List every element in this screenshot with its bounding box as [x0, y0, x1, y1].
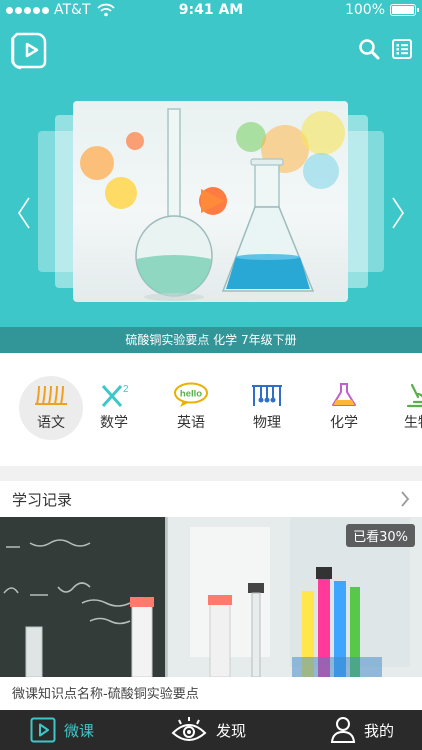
subject-label: 英语 — [177, 415, 205, 431]
hero-banner: 硫酸铜实验要点 化学 7年级下册 — [0, 0, 422, 353]
subject-label: 生物 — [404, 415, 422, 431]
record-thumbnail: 已看30% — [0, 517, 422, 677]
status-bar: AT&T 9:41 AM 100% — [0, 0, 422, 22]
tab-label: 发现 — [216, 721, 247, 740]
tab-label: 微课 — [64, 721, 95, 740]
chevron-right-icon — [401, 491, 410, 507]
battery-icon — [390, 4, 419, 16]
chevron-left-icon[interactable] — [16, 196, 32, 230]
play-icon — [30, 717, 56, 743]
subject-english[interactable]: hello 英语 — [159, 376, 223, 440]
list-icon[interactable] — [391, 38, 413, 60]
svg-text:hello: hello — [180, 389, 202, 400]
chevron-right-icon[interactable] — [390, 196, 406, 230]
tab-mine[interactable]: 我的 — [330, 710, 394, 750]
tab-discover[interactable]: 发现 — [170, 710, 246, 750]
tab-bar: 微课 发现 我的 — [0, 710, 422, 750]
flask-icon — [332, 383, 356, 406]
battery-percent: 100% — [344, 2, 385, 18]
search-icon[interactable] — [358, 38, 380, 60]
subject-chemistry[interactable]: 化学 — [312, 376, 376, 440]
subject-math[interactable]: 2 数学 — [82, 376, 146, 440]
progress-badge: 已看30% — [346, 524, 415, 547]
tab-label: 我的 — [364, 721, 395, 740]
tab-micro-course[interactable]: 微课 — [30, 710, 94, 750]
subject-label: 数学 — [100, 415, 128, 431]
subject-chinese[interactable]: 语文 — [19, 376, 83, 440]
user-icon — [330, 717, 356, 743]
microscope-icon — [406, 383, 422, 408]
lab-glassware-image — [80, 108, 345, 301]
subject-label: 语文 — [37, 415, 65, 431]
pendulum-icon — [252, 385, 282, 406]
battery-level — [392, 6, 414, 14]
hello-bubble-icon: hello — [174, 382, 208, 407]
carousel-slide[interactable] — [73, 101, 348, 302]
record-section-header[interactable]: 学习记录 — [0, 481, 422, 517]
subject-label: 化学 — [330, 415, 358, 431]
section-divider — [0, 466, 422, 481]
subject-label: 物理 — [253, 415, 281, 431]
section-title: 学习记录 — [12, 491, 73, 509]
subject-row: 语文 2 数学 hello 英语 物理 化学 生 — [0, 354, 422, 466]
wheat-icon — [35, 385, 67, 405]
play-book-icon[interactable] — [11, 28, 51, 70]
svg-text:2: 2 — [123, 384, 129, 395]
banner-caption: 硫酸铜实验要点 化学 7年级下册 — [0, 327, 422, 353]
record-card[interactable]: 已看30% 微课知识点名称-硫酸铜实验要点 — [0, 517, 422, 707]
subject-biology[interactable]: 生物 — [386, 376, 422, 440]
battery: 100% — [344, 2, 419, 18]
x-squared-icon: 2 — [101, 384, 129, 408]
record-title: 微课知识点名称-硫酸铜实验要点 — [12, 687, 199, 702]
subject-physics[interactable]: 物理 — [235, 376, 299, 440]
eye-icon — [171, 717, 207, 741]
